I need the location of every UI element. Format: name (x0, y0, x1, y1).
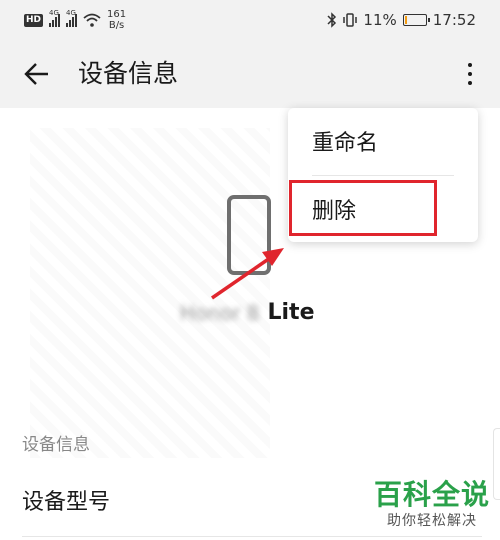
more-dot-icon (468, 72, 472, 76)
row-divider (22, 536, 482, 537)
network-label-2: 4G (66, 9, 76, 17)
page-title: 设备信息 (78, 59, 179, 88)
highlight-box (289, 180, 437, 236)
vibrate-icon (343, 13, 358, 27)
battery-percent: 11% (363, 11, 397, 29)
more-options-button[interactable] (458, 58, 482, 90)
scroll-edge (493, 428, 500, 500)
net-speed: 161 B/s (107, 9, 126, 31)
app-bar: 设备信息 (0, 40, 500, 108)
status-right: 11% 17:52 (327, 9, 476, 31)
watermark-title: 百科全说 (373, 478, 490, 511)
device-model-row[interactable]: 设备型号 (22, 484, 110, 516)
net-speed-unit: B/s (108, 20, 125, 31)
device-name-suffix: Lite (267, 300, 315, 325)
phone-icon (226, 194, 272, 276)
watermark-logo: 百科全说 助你轻松解决 (374, 478, 490, 530)
device-name: Honor 8 Lite (180, 300, 315, 325)
more-dot-icon (468, 63, 472, 67)
back-arrow-icon (24, 63, 48, 85)
signal-icon-2: 4G (66, 9, 78, 27)
wifi-icon (83, 13, 101, 27)
menu-item-rename[interactable]: 重命名 (288, 108, 478, 174)
section-label: 设备信息 (22, 435, 90, 455)
clock: 17:52 (432, 11, 476, 29)
more-dot-icon (468, 81, 472, 85)
bluetooth-icon (327, 12, 337, 28)
battery-icon (402, 14, 430, 26)
faded-background-pattern (30, 128, 270, 458)
signal-icon: 4G (49, 9, 61, 27)
status-bar: HD 4G 4G 161 B/s 11% 17:52 (0, 0, 500, 40)
device-name-blurred: Honor 8 (180, 300, 260, 325)
net-speed-value: 161 (107, 9, 127, 20)
back-button[interactable] (22, 58, 54, 90)
status-left: HD 4G 4G 161 B/s (24, 9, 126, 31)
watermark-subtitle: 助你轻松解决 (386, 513, 477, 529)
hd-badge: HD (24, 13, 44, 27)
network-label-1: 4G (49, 9, 59, 17)
